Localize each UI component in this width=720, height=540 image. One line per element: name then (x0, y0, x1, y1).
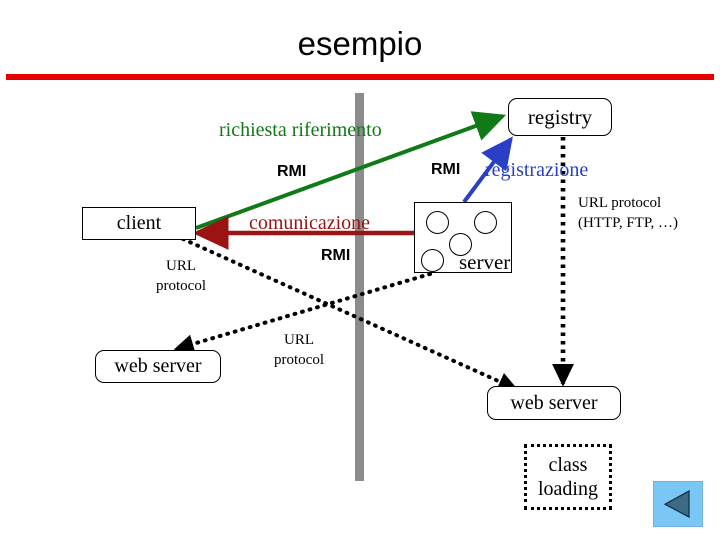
server-object-circle-icon (421, 249, 444, 272)
label-comunicazione: comunicazione (249, 212, 371, 234)
node-class-loading-line1: class (548, 454, 588, 476)
node-web-server-right-label: web server (510, 391, 598, 414)
server-object-circle-icon (426, 211, 449, 234)
node-web-server-left[interactable]: web server (95, 350, 221, 383)
node-registry[interactable]: registry (508, 98, 612, 136)
server-object-circle-icon (474, 211, 497, 234)
label-rmi-client: RMI (277, 163, 307, 180)
page-title: esempio (297, 25, 423, 62)
label-rmi-registry: RMI (431, 161, 461, 178)
node-web-server-right[interactable]: web server (487, 386, 621, 420)
label-rmi-comunicazione: RMI (321, 247, 351, 264)
label-registrazione: registrazione (485, 159, 589, 181)
label-url-protocol-middle: URL protocol (274, 332, 324, 368)
label-url-protocol-client: URL protocol (156, 258, 206, 294)
node-client[interactable]: client (82, 207, 196, 240)
node-class-loading-line2: loading (538, 478, 598, 500)
label-url-protocol-right: URL protocol (HTTP, FTP, …) (578, 195, 679, 231)
node-registry-label: registry (527, 104, 593, 129)
node-class-loading[interactable]: class loading (524, 444, 612, 510)
node-web-server-left-label: web server (114, 355, 202, 377)
node-server-label: server (459, 250, 511, 274)
title-divider-rule (6, 74, 714, 80)
node-client-label: client (116, 212, 162, 234)
node-server[interactable]: server (414, 202, 512, 274)
label-richiesta-riferimento: richiesta riferimento (219, 119, 382, 141)
vertical-divider-bar (355, 93, 364, 481)
back-button[interactable] (653, 481, 703, 527)
slide-canvas: esempio client registry server web serve… (0, 0, 720, 540)
triangle-left-icon (663, 490, 690, 518)
